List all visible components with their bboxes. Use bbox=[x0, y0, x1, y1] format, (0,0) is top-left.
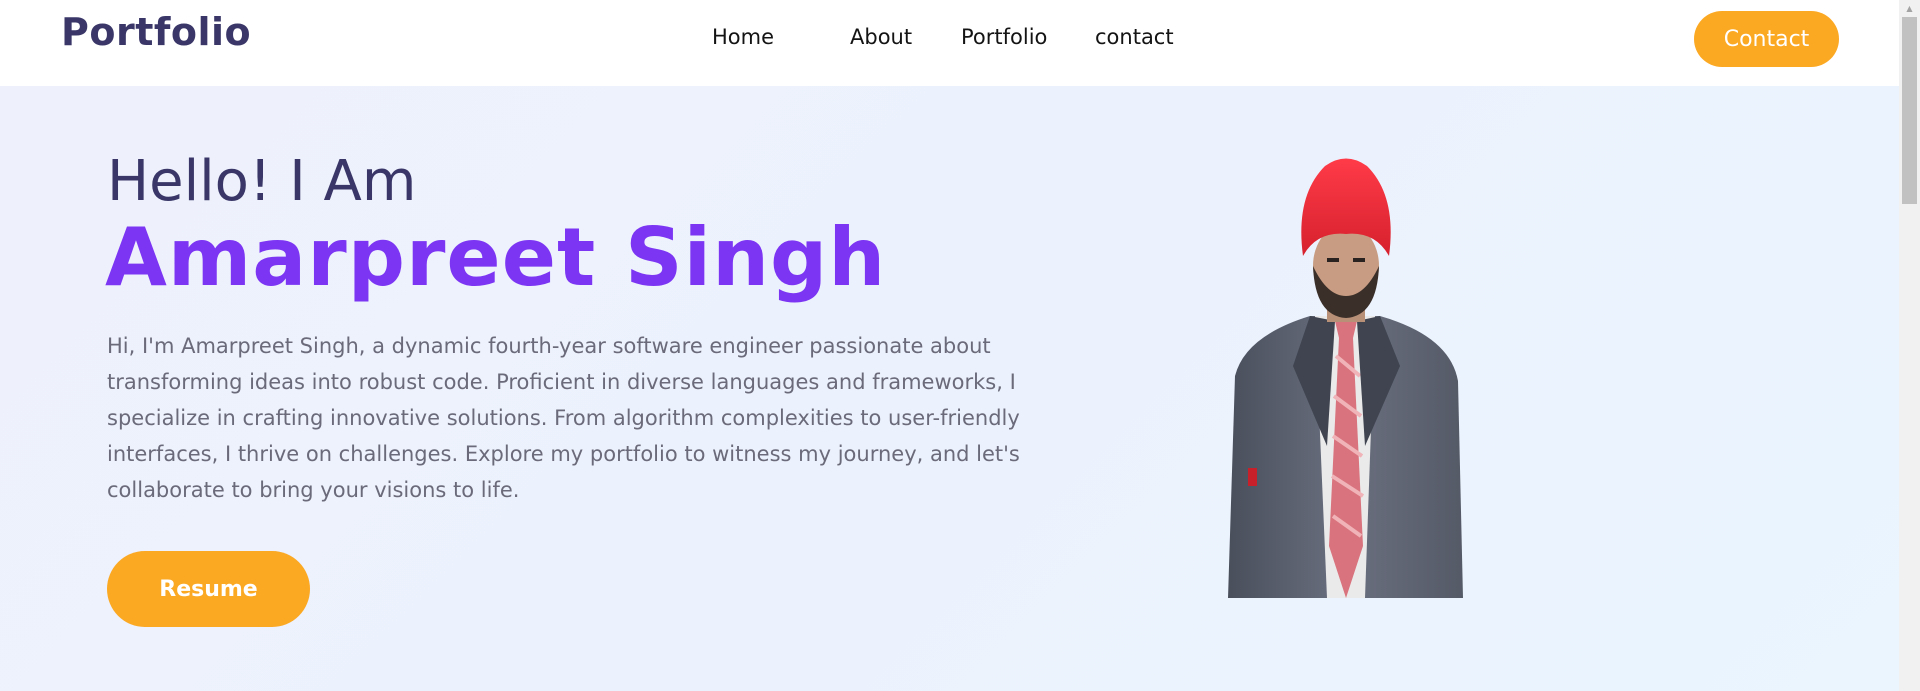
hero-section: Hello! I Am Amarpreet Singh Hi, I'm Amar… bbox=[0, 86, 1899, 691]
chevron-up-icon[interactable]: ▲ bbox=[1899, 0, 1920, 17]
page-scrollbar[interactable]: ▲ bbox=[1899, 0, 1920, 691]
nav-item-contact[interactable]: contact bbox=[1095, 25, 1174, 49]
hero-name: Amarpreet Singh bbox=[105, 211, 887, 304]
hero-bio: Hi, I'm Amarpreet Singh, a dynamic fourt… bbox=[107, 334, 1020, 502]
nav-item-home[interactable]: Home bbox=[712, 25, 774, 49]
resume-button[interactable]: Resume bbox=[107, 551, 310, 627]
nav-item-portfolio[interactable]: Portfolio bbox=[961, 25, 1047, 49]
page: Portfolio Home About Portfolio contact C… bbox=[0, 0, 1899, 691]
hero-greeting: Hello! I Am bbox=[107, 149, 417, 214]
brand-logo[interactable]: Portfolio bbox=[61, 10, 251, 54]
contact-button[interactable]: Contact bbox=[1694, 11, 1839, 67]
site-header: Portfolio Home About Portfolio contact C… bbox=[0, 0, 1899, 86]
scrollbar-thumb[interactable] bbox=[1902, 17, 1917, 204]
profile-photo bbox=[1228, 158, 1463, 598]
nav-item-about[interactable]: About bbox=[850, 25, 912, 49]
